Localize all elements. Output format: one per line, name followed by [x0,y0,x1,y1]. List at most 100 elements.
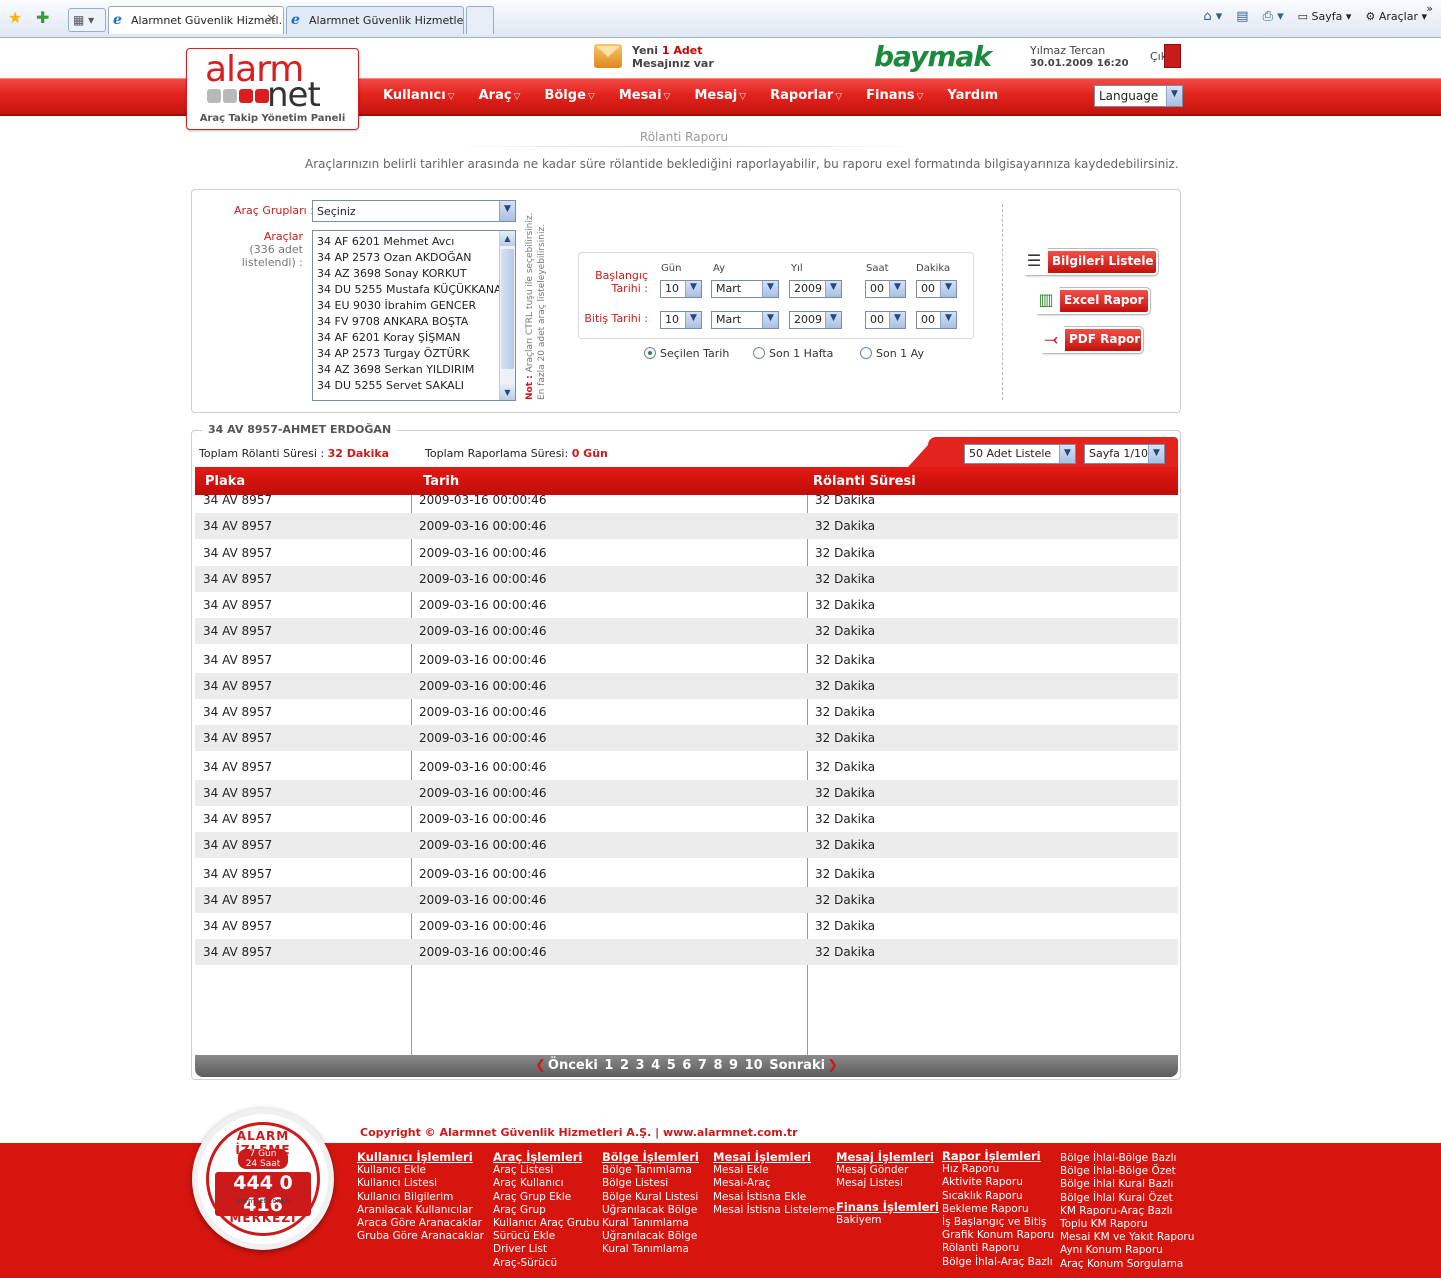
table-row[interactable]: 34 AV 8957 2009-03-16 00:00:46 32 Dakika [195,832,1178,858]
table-row[interactable]: 34 AV 8957 2009-03-16 00:00:46 32 Dakika [195,699,1178,725]
table-row[interactable]: 34 AV 8957 2009-03-16 00:00:46 32 Dakika [195,806,1178,832]
table-row[interactable]: 34 AV 8957 2009-03-16 00:00:46 32 Dakika [195,618,1178,644]
footer-link[interactable]: Grafik Konum Raporu [942,1229,1054,1242]
menu-kullanici[interactable]: Kullanıcı ▽ [383,88,455,103]
footer-link[interactable]: Mesai İstisna Ekle [713,1191,835,1204]
menu-raporlar[interactable]: Raporlar ▽ [770,88,842,103]
footer-link[interactable]: Mesaj Listesi [836,1177,939,1190]
footer-link[interactable]: Bekleme Raporu [942,1203,1054,1216]
footer-link[interactable]: Driver List [493,1243,599,1256]
footer-link[interactable]: Sıcaklık Raporu [942,1190,1054,1203]
footer-column-title[interactable]: Mesaj İşlemleri [836,1150,939,1164]
menu-mesaj[interactable]: Mesaj ▽ [694,88,746,103]
page-link-3[interactable]: 3 [636,1058,645,1073]
alarmnet-logo[interactable]: alarm net Araç Takip Yönetim Paneli [186,48,359,130]
page-select[interactable]: Sayfa 1/10 ▼ [1084,444,1165,464]
footer-link[interactable]: Kural Tanımlama [602,1217,699,1230]
start-month-select[interactable]: Mart ▼ [711,280,779,298]
footer-link[interactable]: Rölanti Raporu [942,1242,1054,1255]
footer-link[interactable]: KM Raporu-Araç Bazlı [1060,1205,1194,1218]
list-item[interactable]: 34 EU 9030 İbrahim GENCER [313,298,515,314]
table-row[interactable]: 34 AV 8957 2009-03-16 00:00:46 32 Dakika [195,513,1178,539]
page-menu[interactable]: ▭ Sayfa ▾ [1298,10,1352,23]
table-row[interactable]: 34 AV 8957 2009-03-16 00:00:46 32 Dakika [195,887,1178,913]
footer-link[interactable]: Bölge Listesi [602,1177,699,1190]
footer-link[interactable]: Aranılacak Kullanıcılar [357,1204,484,1217]
radio-checked-icon[interactable] [644,347,656,359]
footer-link[interactable]: Araç Konum Sorgulama [1060,1258,1194,1271]
page-link-5[interactable]: 5 [667,1058,676,1073]
page-size-select[interactable]: 50 Adet Listele ▼ [964,444,1076,464]
footer-link[interactable]: Kullanıcı Bilgilerim [357,1191,484,1204]
footer-link[interactable]: Bölge Tanımlama [602,1164,699,1177]
scroll-up-icon[interactable]: ▲ [500,231,515,246]
pdf-button[interactable]: ⤙ PDF Rapor [1037,325,1144,354]
footer-link[interactable]: Bölge İhlal-Araç Bazlı [942,1256,1054,1269]
end-month-select[interactable]: Mart ▼ [711,311,779,329]
footer-link[interactable]: Bakiyem [836,1214,939,1227]
start-hour-select[interactable]: 00 ▼ [865,280,906,298]
footer-link[interactable]: Mesai KM ve Yakıt Raporu [1060,1231,1194,1244]
page-link-9[interactable]: 9 [729,1058,738,1073]
footer-link[interactable]: Aynı Konum Raporu [1060,1244,1194,1257]
scroll-down-icon[interactable]: ▼ [500,385,515,400]
radio-last-week[interactable]: Son 1 Hafta [753,347,833,360]
list-item[interactable]: 34 DU 5255 Servet SAKALI [313,378,515,394]
menu-bolge[interactable]: Bölge ▽ [544,88,594,103]
start-minute-select[interactable]: 00 ▼ [916,280,957,298]
radio-selected-date[interactable]: Seçilen Tarih [644,347,729,360]
page-link-10[interactable]: 10 [745,1058,763,1073]
footer-link[interactable]: Mesai-Araç [713,1177,835,1190]
list-button[interactable]: ☰ Bilgileri Listele [1020,247,1159,276]
footer-link[interactable]: İş Başlangıç ve Bitiş [942,1216,1054,1229]
page-link-7[interactable]: 7 [698,1058,707,1073]
footer-link[interactable]: Araca Göre Aranacaklar [357,1217,484,1230]
footer-link[interactable]: Mesai Ekle [713,1164,835,1177]
footer-column-title[interactable]: Kullanıcı İşlemleri [357,1150,484,1164]
quick-tabs-button[interactable]: ▦ ▾ [68,8,106,32]
browser-tab-2[interactable]: e Alarmnet Güvenlik Hizmetleri ... [286,6,464,34]
menu-arac[interactable]: Araç ▽ [479,88,521,103]
list-item[interactable]: 34 AP 2573 Turgay ÖZTÜRK [313,346,515,362]
footer-link[interactable]: Uğranılacak Bölge [602,1230,699,1243]
footer-link[interactable]: Hız Raporu [942,1163,1054,1176]
footer-link[interactable]: Bölge İhlal-Bölge Özet [1060,1165,1194,1178]
more-tools-icon[interactable]: » [1426,2,1433,15]
table-row[interactable]: 34 AV 8957 2009-03-16 00:00:46 32 Dakika [195,913,1178,939]
radio-last-month[interactable]: Son 1 Ay [860,347,924,360]
start-year-select[interactable]: 2009 ▼ [789,280,842,298]
footer-link[interactable]: Aktivite Raporu [942,1176,1054,1189]
close-tab-icon[interactable]: ✕ [266,12,277,27]
start-day-select[interactable]: 10 ▼ [660,280,702,298]
footer-link[interactable]: Mesai İstisna Listeleme [713,1204,835,1217]
page-link-6[interactable]: 6 [682,1058,691,1073]
vehicle-group-select[interactable]: Seçiniz ▼ [312,200,516,222]
table-row[interactable]: 34 AV 8957 2009-03-16 00:00:46 32 Dakika [195,487,1178,513]
page-link-1[interactable]: 1 [604,1058,613,1073]
table-row[interactable]: 34 AV 8957 2009-03-16 00:00:46 32 Dakika [195,673,1178,699]
favorites-star-icon[interactable]: ★ [8,8,22,27]
table-row[interactable]: 34 AV 8957 2009-03-16 00:00:46 32 Dakika [195,725,1178,751]
vehicle-listbox[interactable]: 34 AF 6201 Mehmet Avcı 34 AP 2573 Ozan A… [312,230,516,401]
table-row[interactable]: 34 AV 8957 2009-03-16 00:00:46 32 Dakika [195,780,1178,806]
footer-link[interactable]: Bölge Kural Listesi [602,1191,699,1204]
envelope-icon[interactable] [594,44,622,68]
excel-button[interactable]: ▥ Excel Rapor [1032,286,1151,315]
table-row[interactable]: 34 AV 8957 2009-03-16 00:00:46 32 Dakika [195,939,1178,965]
menu-yardim[interactable]: Yardım [947,88,998,103]
footer-column-title[interactable]: Finans İşlemleri [836,1200,939,1214]
footer-column-title[interactable]: Araç İşlemleri [493,1150,599,1164]
footer-link[interactable]: Mesaj Gönder [836,1164,939,1177]
footer-link[interactable]: Araç Grup Ekle [493,1191,599,1204]
menu-mesai[interactable]: Mesai ▽ [619,88,671,103]
footer-link[interactable]: Kural Tanımlama [602,1243,699,1256]
table-row[interactable]: 34 AV 8957 2009-03-16 00:00:46 32 Dakika [195,540,1178,566]
prev-page-link[interactable]: Önceki [548,1058,598,1073]
radio-unchecked-icon[interactable] [860,347,872,359]
footer-link[interactable]: Araç Listesi [493,1164,599,1177]
exit-door-icon[interactable] [1164,44,1181,68]
print-icon[interactable]: ⎙ ▾ [1263,9,1284,24]
footer-link[interactable]: Bölge İhlal-Bölge Bazlı [1060,1152,1194,1165]
footer-link[interactable]: Uğranılacak Bölge [602,1204,699,1217]
list-item[interactable]: 34 FV 9708 ANKARA BOŞTA [313,314,515,330]
